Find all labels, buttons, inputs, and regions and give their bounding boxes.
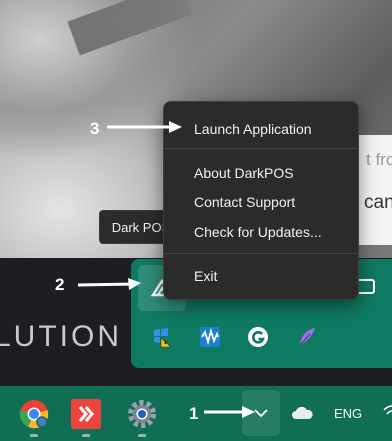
annotation-arrow-1 — [204, 406, 255, 418]
about-darkpos-menu-item[interactable]: About DarkPOS — [164, 159, 358, 187]
contact-support-menu-item[interactable]: Contact Support — [164, 188, 358, 216]
grammarly-icon[interactable] — [247, 326, 269, 348]
menu-separator — [164, 253, 358, 254]
wifi-icon — [383, 405, 392, 415]
annotation-step-2: 2 — [55, 275, 65, 294]
onedrive-tray-button[interactable] — [290, 403, 314, 423]
cloud-icon — [292, 406, 313, 419]
check-for-updates-menu-item[interactable]: Check for Updates... — [164, 218, 358, 246]
chrome-taskbar-button[interactable] — [18, 398, 50, 430]
settings-icon — [128, 400, 156, 428]
audio-wave-icon[interactable] — [199, 326, 221, 348]
running-indicator — [82, 434, 90, 437]
menu-separator — [164, 148, 358, 149]
annotation-arrow-2 — [78, 278, 141, 290]
annotation-step-1: 1 — [189, 404, 199, 423]
running-indicator — [138, 434, 146, 437]
anydesk-taskbar-button[interactable] — [71, 399, 101, 429]
language-indicator[interactable]: ENG — [334, 406, 362, 421]
web-page-text: t fro — [366, 150, 392, 169]
annotation-step-3: 3 — [90, 119, 100, 138]
web-page-heading: can — [364, 192, 392, 213]
tray-context-menu: Launch Application About DarkPOS Contact… — [163, 101, 359, 300]
anydesk-icon — [71, 399, 101, 429]
banner-text: LUTION — [0, 320, 123, 353]
defender-warning-icon[interactable] — [150, 326, 172, 348]
feather-icon[interactable] — [296, 326, 318, 348]
launch-application-menu-item[interactable]: Launch Application — [164, 115, 358, 143]
wifi-tray-button[interactable] — [382, 402, 392, 422]
annotation-arrow-3 — [107, 121, 182, 133]
settings-taskbar-button[interactable] — [126, 398, 158, 430]
running-indicator — [30, 434, 38, 437]
chrome-icon — [19, 400, 49, 429]
background-photo-object — [67, 0, 193, 56]
exit-menu-item[interactable]: Exit — [164, 262, 358, 290]
chevron-down-icon — [254, 409, 268, 418]
